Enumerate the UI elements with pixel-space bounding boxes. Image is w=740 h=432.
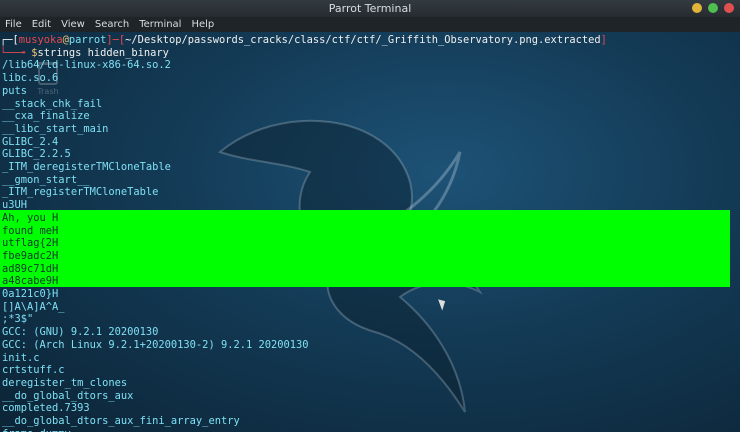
prompt-host: parrot bbox=[68, 34, 107, 46]
output-line: GLIBC_2.2.5 bbox=[2, 148, 71, 161]
prompt-line2-prefix: └──╼ bbox=[0, 46, 32, 59]
output-line: init.c bbox=[2, 351, 40, 364]
text-selection-highlight bbox=[0, 210, 730, 287]
terminal-area[interactable]: Trash ┌─[musyoka@parrot]─[~/Desktop/pass… bbox=[0, 32, 740, 432]
prompt-user: musyoka bbox=[18, 34, 63, 46]
menu-bar: File Edit View Search Terminal Help bbox=[0, 17, 740, 32]
prompt-open: ┌─[ bbox=[0, 34, 19, 46]
output-line: crtstuff.c bbox=[2, 364, 65, 377]
output-line: _ITM_deregisterTMCloneTable bbox=[2, 161, 171, 173]
output-line: __cxa_finalize bbox=[2, 110, 90, 123]
output-line: u3UH bbox=[2, 199, 28, 212]
menu-edit[interactable]: Edit bbox=[27, 17, 56, 32]
output-line: __do_global_dtors_aux bbox=[2, 389, 134, 402]
output-line: __libc_start_main bbox=[2, 122, 109, 135]
output-line: a48cabe9H bbox=[2, 275, 59, 288]
output-line: GCC: (Arch Linux 9.2.1+20200130-2) 9.2.1… bbox=[2, 338, 309, 351]
menu-help[interactable]: Help bbox=[186, 17, 219, 32]
close-button[interactable] bbox=[724, 3, 734, 13]
maximize-button[interactable] bbox=[708, 3, 718, 13]
output-line: ;*3$" bbox=[2, 313, 34, 326]
output-line: libc.so.6 bbox=[2, 72, 59, 85]
minimize-button[interactable] bbox=[692, 3, 702, 13]
output-line: __gmon_start__ bbox=[2, 173, 90, 186]
output-line: utflag{2H bbox=[2, 237, 59, 250]
output-line: puts bbox=[2, 84, 28, 97]
output-line: Ah, you H bbox=[2, 211, 59, 224]
prompt-close: ] bbox=[600, 34, 607, 46]
window-controls bbox=[692, 3, 734, 13]
output-line: ad89c71dH bbox=[2, 262, 59, 275]
window-title: Parrot Terminal bbox=[328, 2, 412, 15]
prompt-line-2: └──╼ $strings hidden_binary bbox=[0, 47, 169, 60]
output-line: GCC: (GNU) 9.2.1 20200130 bbox=[2, 326, 159, 339]
output-line: __stack_chk_fail bbox=[2, 97, 103, 110]
prompt-path: ~/Desktop/passwords_cracks/class/ctf/ctf… bbox=[125, 34, 601, 46]
output-line: /lib64/ld-linux-x86-64.so.2 bbox=[2, 59, 171, 72]
output-line: fbe9adc2H bbox=[2, 249, 59, 262]
output-line: completed.7393 bbox=[2, 402, 90, 415]
output-line: __do_global_dtors_aux_fini_array_entry bbox=[2, 415, 240, 427]
output-line: frame_dummy bbox=[2, 428, 71, 432]
menu-terminal[interactable]: Terminal bbox=[134, 17, 186, 32]
output-line: 0a121c0}H bbox=[2, 288, 59, 300]
output-line: GLIBC_2.4 bbox=[2, 135, 59, 148]
trash-label: Trash bbox=[37, 87, 59, 96]
output-line: deregister_tm_clones bbox=[2, 376, 128, 389]
output-line: []A\A]A^A_ bbox=[2, 300, 65, 313]
prompt-sep: ]─[ bbox=[106, 34, 126, 46]
output-line: _ITM_registerTMCloneTable bbox=[2, 186, 159, 199]
prompt-command: strings hidden_binary bbox=[37, 46, 169, 59]
prompt-line-1: ┌─[musyoka@parrot]─[~/Desktop/passwords_… bbox=[0, 34, 607, 47]
menu-search[interactable]: Search bbox=[90, 17, 134, 32]
output-line: found meH bbox=[2, 224, 59, 237]
menu-file[interactable]: File bbox=[0, 17, 27, 32]
window-titlebar[interactable]: Parrot Terminal bbox=[0, 0, 740, 17]
menu-view[interactable]: View bbox=[56, 17, 90, 32]
